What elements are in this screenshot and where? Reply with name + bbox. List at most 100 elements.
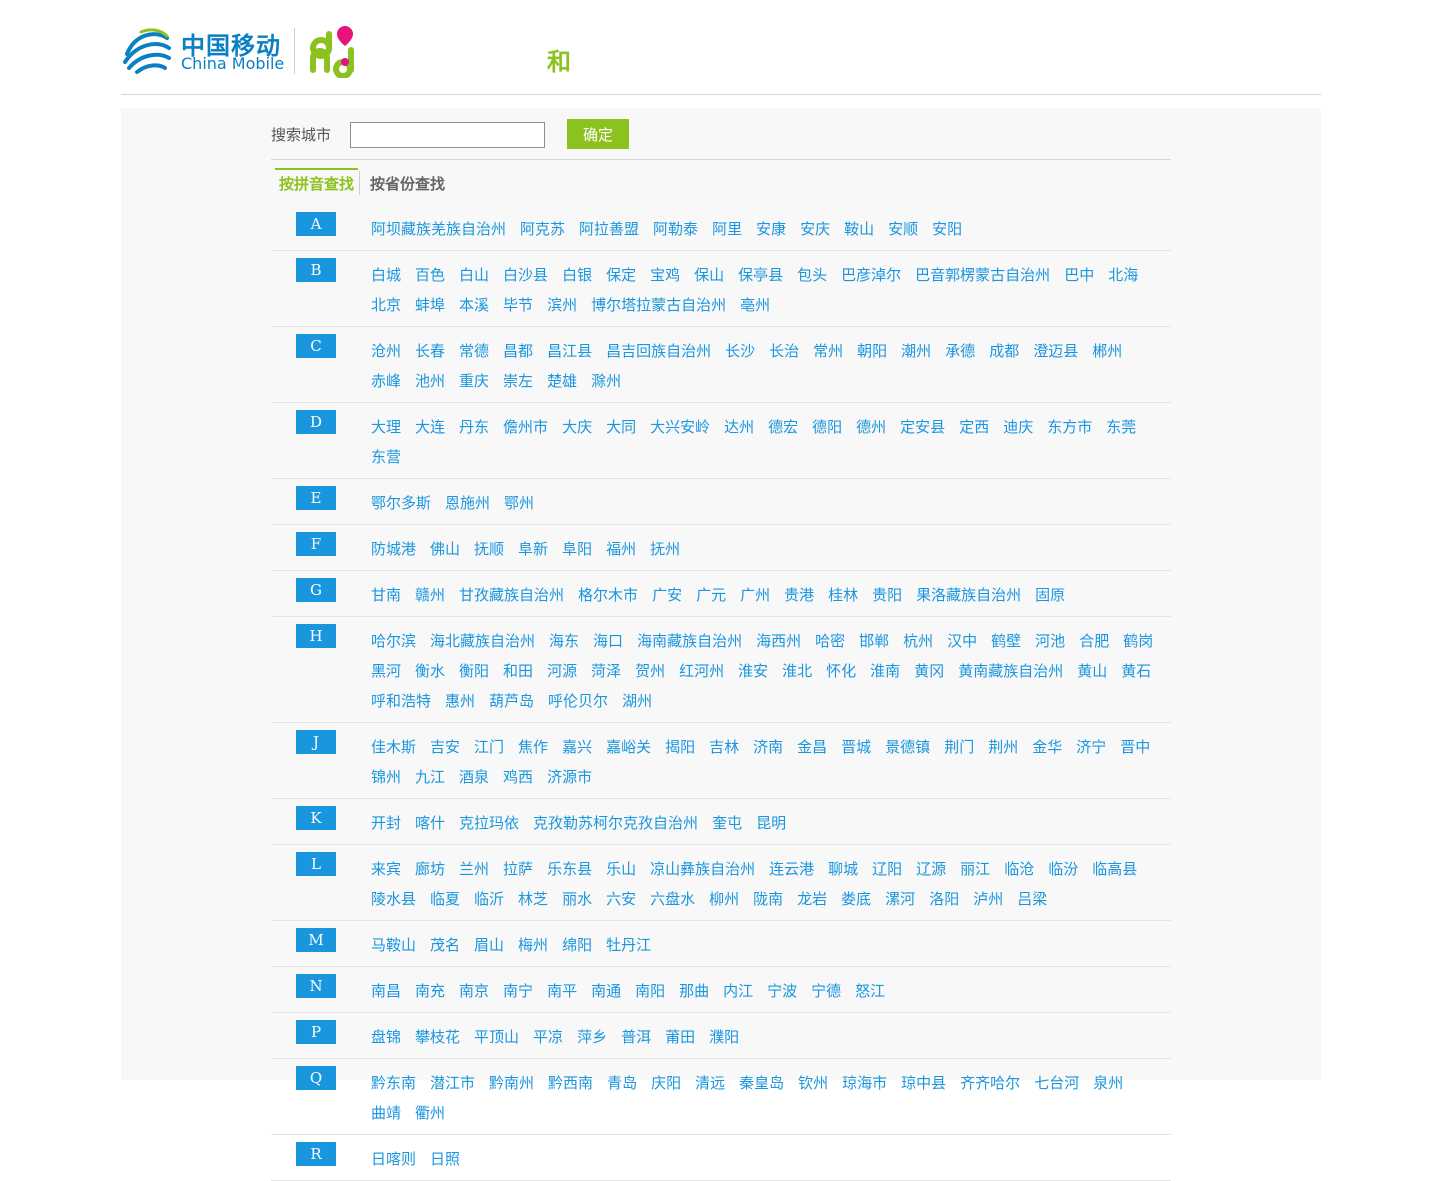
city-link[interactable]: 邯郸	[859, 626, 889, 656]
city-link[interactable]: 莆田	[665, 1022, 695, 1052]
city-link[interactable]: 泸州	[973, 884, 1003, 914]
city-link[interactable]: 格尔木市	[578, 580, 638, 610]
letter-badge[interactable]: Q	[296, 1066, 336, 1090]
tab-by-province[interactable]: 按省份查找	[366, 170, 449, 198]
city-link[interactable]: 大同	[606, 412, 636, 442]
city-link[interactable]: 昆明	[756, 808, 786, 838]
confirm-button[interactable]: 确定	[567, 119, 629, 149]
city-link[interactable]: 惠州	[445, 686, 475, 716]
city-link[interactable]: 海东	[549, 626, 579, 656]
city-link[interactable]: 本溪	[459, 290, 489, 320]
letter-badge[interactable]: J	[296, 730, 336, 754]
city-link[interactable]: 淮南	[870, 656, 900, 686]
city-link[interactable]: 博尔塔拉蒙古自治州	[591, 290, 726, 320]
city-link[interactable]: 淮北	[782, 656, 812, 686]
city-link[interactable]: 滁州	[591, 366, 621, 396]
city-link[interactable]: 南平	[547, 976, 577, 1006]
city-link[interactable]: 萍乡	[577, 1022, 607, 1052]
city-link[interactable]: 开封	[371, 808, 401, 838]
city-link[interactable]: 昌江县	[547, 336, 592, 366]
city-link[interactable]: 阿克苏	[520, 214, 565, 244]
letter-badge[interactable]: H	[296, 624, 336, 648]
city-link[interactable]: 佳木斯	[371, 732, 416, 762]
city-link[interactable]: 儋州市	[503, 412, 548, 442]
city-link[interactable]: 迪庆	[1003, 412, 1033, 442]
city-link[interactable]: 昌吉回族自治州	[606, 336, 711, 366]
letter-badge[interactable]: D	[296, 410, 336, 434]
city-link[interactable]: 安阳	[932, 214, 962, 244]
city-link[interactable]: 南京	[459, 976, 489, 1006]
city-link[interactable]: 海口	[593, 626, 623, 656]
city-link[interactable]: 广元	[696, 580, 726, 610]
letter-badge[interactable]: C	[296, 334, 336, 358]
city-link[interactable]: 焦作	[518, 732, 548, 762]
city-link[interactable]: 眉山	[474, 930, 504, 960]
city-link[interactable]: 泉州	[1093, 1068, 1123, 1098]
city-link[interactable]: 清远	[695, 1068, 725, 1098]
city-search-input[interactable]	[350, 122, 545, 148]
city-link[interactable]: 甘孜藏族自治州	[459, 580, 564, 610]
city-link[interactable]: 日照	[430, 1144, 460, 1174]
city-link[interactable]: 巴中	[1064, 260, 1094, 290]
city-link[interactable]: 黄石	[1121, 656, 1151, 686]
city-link[interactable]: 抚顺	[474, 534, 504, 564]
city-link[interactable]: 楚雄	[547, 366, 577, 396]
city-link[interactable]: 酒泉	[459, 762, 489, 792]
city-link[interactable]: 毕节	[503, 290, 533, 320]
city-link[interactable]: 承德	[945, 336, 975, 366]
city-link[interactable]: 黔西南	[548, 1068, 593, 1098]
city-link[interactable]: 锦州	[371, 762, 401, 792]
city-link[interactable]: 丽水	[562, 884, 592, 914]
city-link[interactable]: 德宏	[768, 412, 798, 442]
city-link[interactable]: 临沧	[1004, 854, 1034, 884]
city-link[interactable]: 重庆	[459, 366, 489, 396]
city-link[interactable]: 那曲	[679, 976, 709, 1006]
city-link[interactable]: 安庆	[800, 214, 830, 244]
city-link[interactable]: 安康	[756, 214, 786, 244]
city-link[interactable]: 衡水	[415, 656, 445, 686]
city-link[interactable]: 宁波	[767, 976, 797, 1006]
city-link[interactable]: 临汾	[1048, 854, 1078, 884]
city-link[interactable]: 辽源	[916, 854, 946, 884]
city-link[interactable]: 哈尔滨	[371, 626, 416, 656]
city-link[interactable]: 甘南	[371, 580, 401, 610]
city-link[interactable]: 南昌	[371, 976, 401, 1006]
city-link[interactable]: 内江	[723, 976, 753, 1006]
city-link[interactable]: 乐山	[606, 854, 636, 884]
city-link[interactable]: 宝鸡	[650, 260, 680, 290]
city-link[interactable]: 沧州	[371, 336, 401, 366]
city-link[interactable]: 定安县	[900, 412, 945, 442]
city-link[interactable]: 巴彦淖尔	[841, 260, 901, 290]
city-link[interactable]: 汉中	[947, 626, 977, 656]
city-link[interactable]: 湖州	[622, 686, 652, 716]
city-link[interactable]: 来宾	[371, 854, 401, 884]
letter-badge[interactable]: G	[296, 578, 336, 602]
city-link[interactable]: 临夏	[430, 884, 460, 914]
city-link[interactable]: 琼海市	[842, 1068, 887, 1098]
city-link[interactable]: 平凉	[533, 1022, 563, 1052]
city-link[interactable]: 白沙县	[503, 260, 548, 290]
city-link[interactable]: 海北藏族自治州	[430, 626, 535, 656]
city-link[interactable]: 澄迈县	[1033, 336, 1078, 366]
city-link[interactable]: 吕梁	[1017, 884, 1047, 914]
city-link[interactable]: 郴州	[1092, 336, 1122, 366]
city-link[interactable]: 河源	[547, 656, 577, 686]
city-link[interactable]: 贺州	[635, 656, 665, 686]
city-link[interactable]: 哈密	[815, 626, 845, 656]
city-link[interactable]: 河池	[1035, 626, 1065, 656]
city-link[interactable]: 常德	[459, 336, 489, 366]
city-link[interactable]: 连云港	[769, 854, 814, 884]
letter-badge[interactable]: P	[296, 1020, 336, 1044]
city-link[interactable]: 曲靖	[371, 1098, 401, 1128]
city-link[interactable]: 抚州	[650, 534, 680, 564]
city-link[interactable]: 鞍山	[844, 214, 874, 244]
city-link[interactable]: 洛阳	[929, 884, 959, 914]
city-link[interactable]: 亳州	[740, 290, 770, 320]
city-link[interactable]: 达州	[724, 412, 754, 442]
city-link[interactable]: 阿勒泰	[653, 214, 698, 244]
city-link[interactable]: 成都	[989, 336, 1019, 366]
city-link[interactable]: 晋中	[1120, 732, 1150, 762]
city-link[interactable]: 绵阳	[562, 930, 592, 960]
city-link[interactable]: 娄底	[841, 884, 871, 914]
city-link[interactable]: 辽阳	[872, 854, 902, 884]
